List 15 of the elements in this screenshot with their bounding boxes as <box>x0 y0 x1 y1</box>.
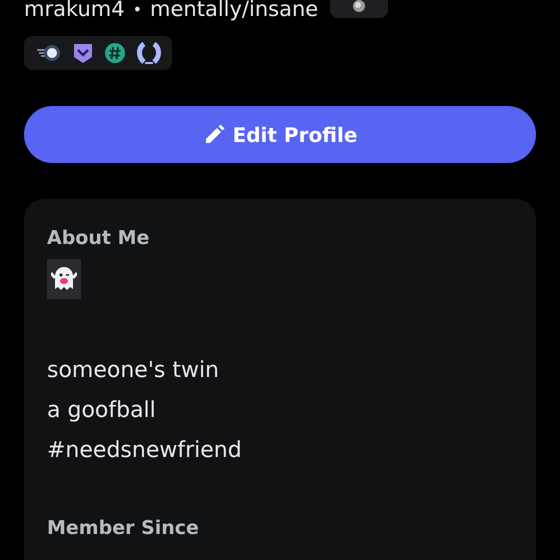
hash-badge-icon[interactable] <box>104 42 126 64</box>
section-heading: About Me <box>47 227 150 249</box>
pronouns: mentally/insane <box>150 0 318 20</box>
speed-badge-icon[interactable] <box>36 43 62 63</box>
laurel-badge-icon[interactable] <box>136 41 162 65</box>
section-heading: Member Since <box>47 517 200 539</box>
edit-profile-button[interactable]: Edit Profile <box>24 106 536 163</box>
bio-line: #needsnewfriend <box>47 437 243 465</box>
ghost-emoji-icon <box>47 259 81 299</box>
bio-line: someone's twin <box>47 357 220 385</box>
status-badge <box>330 0 388 18</box>
separator-dot: • <box>132 0 142 18</box>
bio-line: a goofball <box>47 397 157 425</box>
username: mrakum4 <box>24 0 125 20</box>
shield-badge-icon[interactable] <box>72 42 94 64</box>
